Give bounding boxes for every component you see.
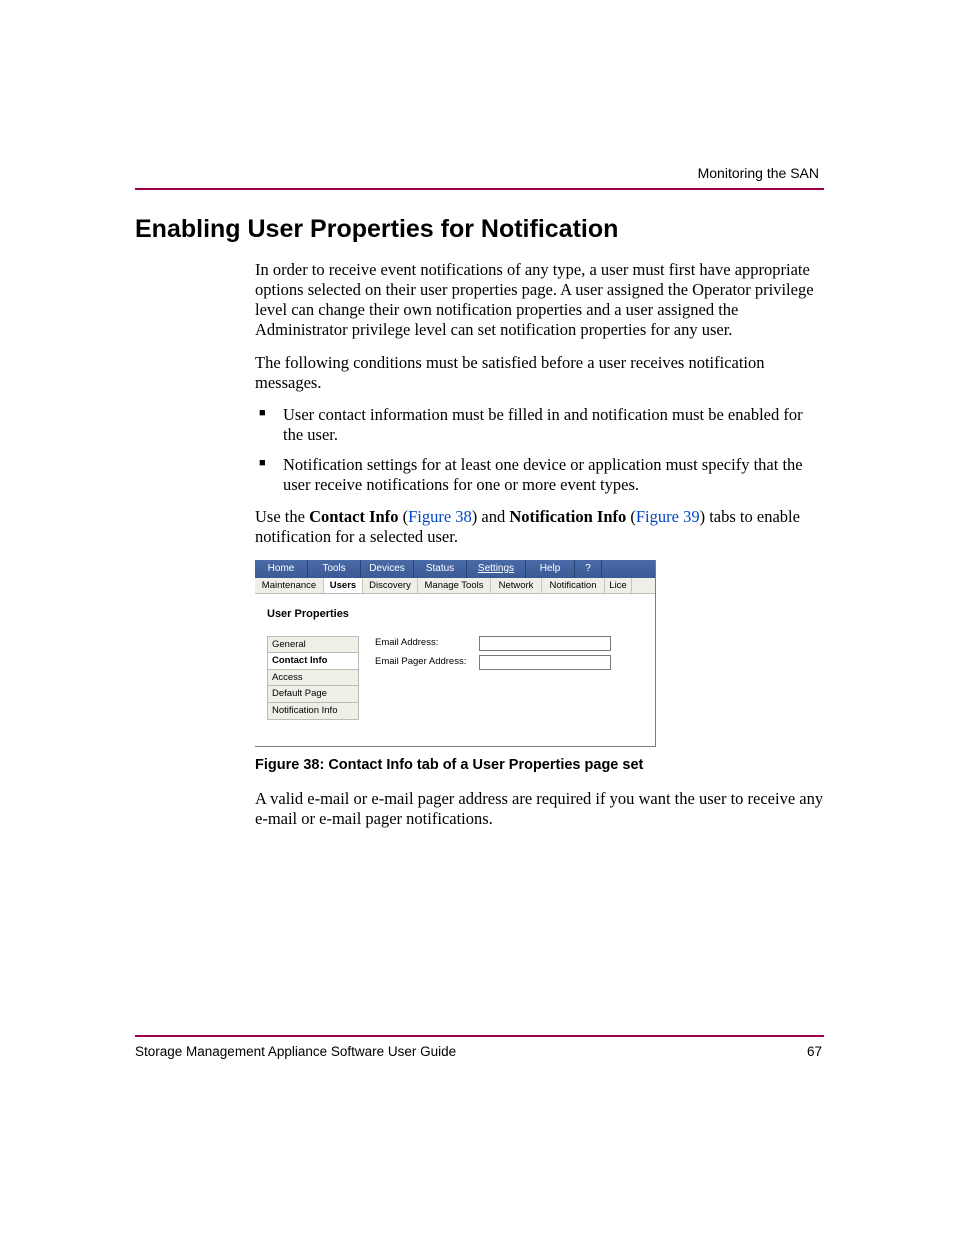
nav-status[interactable]: Status — [414, 560, 467, 578]
text-fragment: Use the — [255, 507, 309, 526]
list-item: Notification settings for at least one d… — [255, 455, 824, 495]
tab-contact-info[interactable]: Contact Info — [267, 652, 359, 669]
tab-general[interactable]: General — [267, 636, 359, 653]
form-row: Email Pager Address: — [375, 655, 643, 670]
subnav-license[interactable]: Lice — [605, 578, 632, 594]
form-area: Email Address: Email Pager Address: — [375, 636, 643, 720]
email-pager-address-label: Email Pager Address: — [375, 656, 479, 668]
figure-caption: Figure 38: Contact Info tab of a User Pr… — [255, 757, 824, 775]
intro-paragraph-2: The following conditions must be satisfi… — [255, 353, 824, 393]
nav-home[interactable]: Home — [255, 560, 308, 578]
xref-figure-38[interactable]: Figure 38 — [408, 507, 472, 526]
closing-paragraph: A valid e-mail or e-mail pager address a… — [255, 789, 824, 829]
panel: User Properties General Contact Info Acc… — [255, 594, 655, 746]
nav-tools[interactable]: Tools — [308, 560, 361, 578]
text-fragment: ) and — [472, 507, 510, 526]
panel-title: User Properties — [267, 608, 643, 621]
tab-access[interactable]: Access — [267, 669, 359, 686]
footer-page-number: 67 — [807, 1044, 822, 1059]
body-text: In order to receive event notifications … — [255, 260, 824, 829]
tab-default-page[interactable]: Default Page — [267, 685, 359, 702]
text-fragment: ( — [626, 507, 636, 526]
nav-help[interactable]: Help — [526, 560, 575, 578]
running-head: Monitoring the SAN — [698, 165, 819, 181]
page-title: Enabling User Properties for Notificatio… — [135, 215, 824, 244]
sub-nav: Maintenance Users Discovery Manage Tools… — [255, 578, 655, 595]
subnav-network[interactable]: Network — [491, 578, 542, 594]
side-tabs: General Contact Info Access Default Page… — [267, 636, 359, 720]
email-address-label: Email Address: — [375, 637, 479, 649]
email-pager-address-input[interactable] — [479, 655, 611, 670]
instruction-paragraph: Use the Contact Info (Figure 38) and Not… — [255, 507, 824, 547]
list-item: User contact information must be filled … — [255, 405, 824, 445]
email-address-input[interactable] — [479, 636, 611, 651]
footer-guide-title: Storage Management Appliance Software Us… — [135, 1044, 456, 1059]
text-fragment: ( — [398, 507, 408, 526]
form-row: Email Address: — [375, 636, 643, 651]
nav-devices[interactable]: Devices — [361, 560, 414, 578]
subnav-maintenance[interactable]: Maintenance — [255, 578, 324, 594]
content-area: Enabling User Properties for Notificatio… — [135, 215, 824, 841]
subnav-discovery[interactable]: Discovery — [363, 578, 418, 594]
intro-paragraph-1: In order to receive event notifications … — [255, 260, 824, 341]
subnav-notification[interactable]: Notification — [542, 578, 605, 594]
bold-contact-info: Contact Info — [309, 507, 398, 526]
top-nav: Home Tools Devices Status Settings Help … — [255, 560, 655, 578]
nav-settings[interactable]: Settings — [467, 560, 526, 578]
conditions-list: User contact information must be filled … — [255, 405, 824, 496]
tab-notification-info[interactable]: Notification Info — [267, 702, 359, 720]
figure-38-screenshot: Home Tools Devices Status Settings Help … — [255, 560, 656, 748]
bold-notification-info: Notification Info — [509, 507, 626, 526]
subnav-manage-tools[interactable]: Manage Tools — [418, 578, 491, 594]
nav-question[interactable]: ? — [575, 560, 602, 578]
xref-figure-39[interactable]: Figure 39 — [636, 507, 700, 526]
footer-rule — [135, 1035, 824, 1037]
subnav-users[interactable]: Users — [324, 578, 363, 594]
header-rule — [135, 188, 824, 190]
